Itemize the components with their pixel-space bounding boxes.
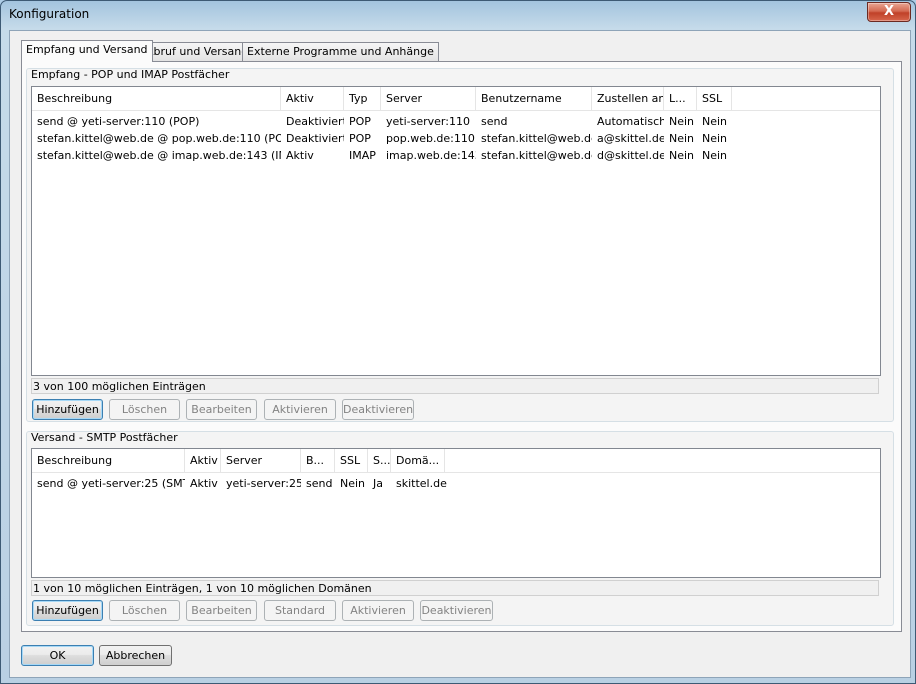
- send-activate-button[interactable]: Aktivieren: [342, 600, 414, 621]
- receive-group: Empfang - POP und IMAP Postfächer Beschr…: [26, 68, 894, 422]
- cell-beschreibung: stefan.kittel@web.de @ pop.web.de:110 (P…: [37, 132, 281, 145]
- col-header-domaene[interactable]: Domä...: [391, 449, 445, 472]
- cell-zustellen-an: Automatisch: [597, 115, 664, 128]
- col-header-zustellen-an[interactable]: Zustellen an: [592, 87, 664, 110]
- col-header-ssl[interactable]: SSL: [697, 87, 732, 110]
- receive-edit-button[interactable]: Bearbeiten: [186, 399, 257, 420]
- col-header-aktiv[interactable]: Aktiv: [185, 449, 221, 472]
- col-header-l[interactable]: L...: [664, 87, 697, 110]
- ok-button[interactable]: OK: [21, 645, 94, 666]
- cell-s: Ja: [373, 477, 383, 490]
- col-header-ssl[interactable]: SSL: [335, 449, 368, 472]
- col-header-typ[interactable]: Typ: [344, 87, 381, 110]
- cell-beschreibung: send @ yeti-server:25 (SMTP): [37, 477, 185, 490]
- send-group-title: Versand - SMTP Postfächer: [31, 431, 178, 444]
- cell-b: send: [306, 477, 333, 490]
- send-group: Versand - SMTP Postfächer Beschreibung A…: [26, 431, 894, 626]
- receive-add-button[interactable]: Hinzufügen: [32, 399, 103, 420]
- receive-group-title: Empfang - POP und IMAP Postfächer: [31, 68, 230, 81]
- receive-list-header: Beschreibung Aktiv Typ Server Benutzerna…: [32, 87, 880, 111]
- col-header-benutzername[interactable]: Benutzername: [476, 87, 592, 110]
- cell-benutzername: send: [481, 115, 508, 128]
- cell-benutzername: stefan.kittel@web.de: [481, 132, 592, 145]
- cell-server: pop.web.de:110: [386, 132, 475, 145]
- cell-beschreibung: stefan.kittel@web.de @ imap.web.de:143 (…: [37, 149, 281, 162]
- tab-panel: Empfang - POP und IMAP Postfächer Beschr…: [21, 61, 902, 632]
- cell-server: yeti-server:25: [226, 477, 301, 490]
- table-row[interactable]: send @ yeti-server:25 (SMTP) Aktiv yeti-…: [32, 475, 880, 492]
- cell-typ: IMAP: [349, 149, 376, 162]
- col-header-beschreibung[interactable]: Beschreibung: [32, 449, 185, 472]
- close-icon: X: [883, 4, 895, 19]
- receive-delete-button[interactable]: Löschen: [109, 399, 180, 420]
- cell-l: Nein: [669, 149, 695, 162]
- table-row[interactable]: stefan.kittel@web.de @ pop.web.de:110 (P…: [32, 130, 880, 147]
- cell-ssl: Nein: [702, 132, 728, 145]
- dialog-client-area: Empfang und Versand Abruf und Versand Ex…: [9, 30, 911, 678]
- col-header-s[interactable]: S...: [368, 449, 391, 472]
- cell-aktiv: Aktiv: [286, 149, 314, 162]
- cell-server: yeti-server:110: [386, 115, 470, 128]
- col-header-aktiv[interactable]: Aktiv: [281, 87, 344, 110]
- col-header-server[interactable]: Server: [381, 87, 476, 110]
- cell-benutzername: stefan.kittel@web.de: [481, 149, 592, 162]
- cell-typ: POP: [349, 115, 371, 128]
- table-row[interactable]: send @ yeti-server:110 (POP) Deaktiviert…: [32, 113, 880, 130]
- tab-abruf-und-versand[interactable]: Abruf und Versand: [141, 42, 254, 61]
- cell-zustellen-an: a@skittel.de: [597, 132, 664, 145]
- send-add-button[interactable]: Hinzufügen: [32, 600, 103, 621]
- receive-status-bar: 3 von 100 möglichen Einträgen: [31, 378, 879, 394]
- send-mailbox-list[interactable]: Beschreibung Aktiv Server B... SSL S... …: [31, 448, 881, 578]
- cell-ssl: Nein: [702, 149, 728, 162]
- send-standard-button[interactable]: Standard: [264, 600, 336, 621]
- send-delete-button[interactable]: Löschen: [109, 600, 180, 621]
- receive-activate-button[interactable]: Aktivieren: [264, 399, 336, 420]
- send-status-bar: 1 von 10 möglichen Einträgen, 1 von 10 m…: [31, 580, 879, 596]
- cell-aktiv: Aktiv: [190, 477, 218, 490]
- dialog-window: Konfiguration X Empfang und Versand Abru…: [0, 0, 916, 684]
- tab-empfang-und-versand[interactable]: Empfang und Versand: [21, 40, 153, 62]
- cancel-button[interactable]: Abbrechen: [99, 645, 172, 666]
- send-list-header: Beschreibung Aktiv Server B... SSL S... …: [32, 449, 880, 473]
- cell-server: imap.web.de:143: [386, 149, 476, 162]
- cell-ssl: Nein: [702, 115, 728, 128]
- receive-deactivate-button[interactable]: Deaktivieren: [342, 399, 414, 420]
- cell-zustellen-an: d@skittel.de: [597, 149, 664, 162]
- receive-mailbox-list[interactable]: Beschreibung Aktiv Typ Server Benutzerna…: [31, 86, 881, 376]
- col-header-server[interactable]: Server: [221, 449, 301, 472]
- send-deactivate-button[interactable]: Deaktivieren: [420, 600, 493, 621]
- cell-aktiv: Deaktiviert: [286, 132, 344, 145]
- close-button[interactable]: X: [867, 2, 911, 22]
- table-row[interactable]: stefan.kittel@web.de @ imap.web.de:143 (…: [32, 147, 880, 164]
- tab-externe-programme[interactable]: Externe Programme und Anhänge: [242, 42, 439, 61]
- window-title: Konfiguration: [9, 7, 90, 21]
- cell-domaene: skittel.de: [396, 477, 447, 490]
- cell-beschreibung: send @ yeti-server:110 (POP): [37, 115, 200, 128]
- cell-l: Nein: [669, 132, 695, 145]
- cell-aktiv: Deaktiviert: [286, 115, 344, 128]
- cell-ssl: Nein: [340, 477, 366, 490]
- cell-l: Nein: [669, 115, 695, 128]
- send-edit-button[interactable]: Bearbeiten: [186, 600, 257, 621]
- col-header-b[interactable]: B...: [301, 449, 335, 472]
- cell-typ: POP: [349, 132, 371, 145]
- col-header-beschreibung[interactable]: Beschreibung: [32, 87, 281, 110]
